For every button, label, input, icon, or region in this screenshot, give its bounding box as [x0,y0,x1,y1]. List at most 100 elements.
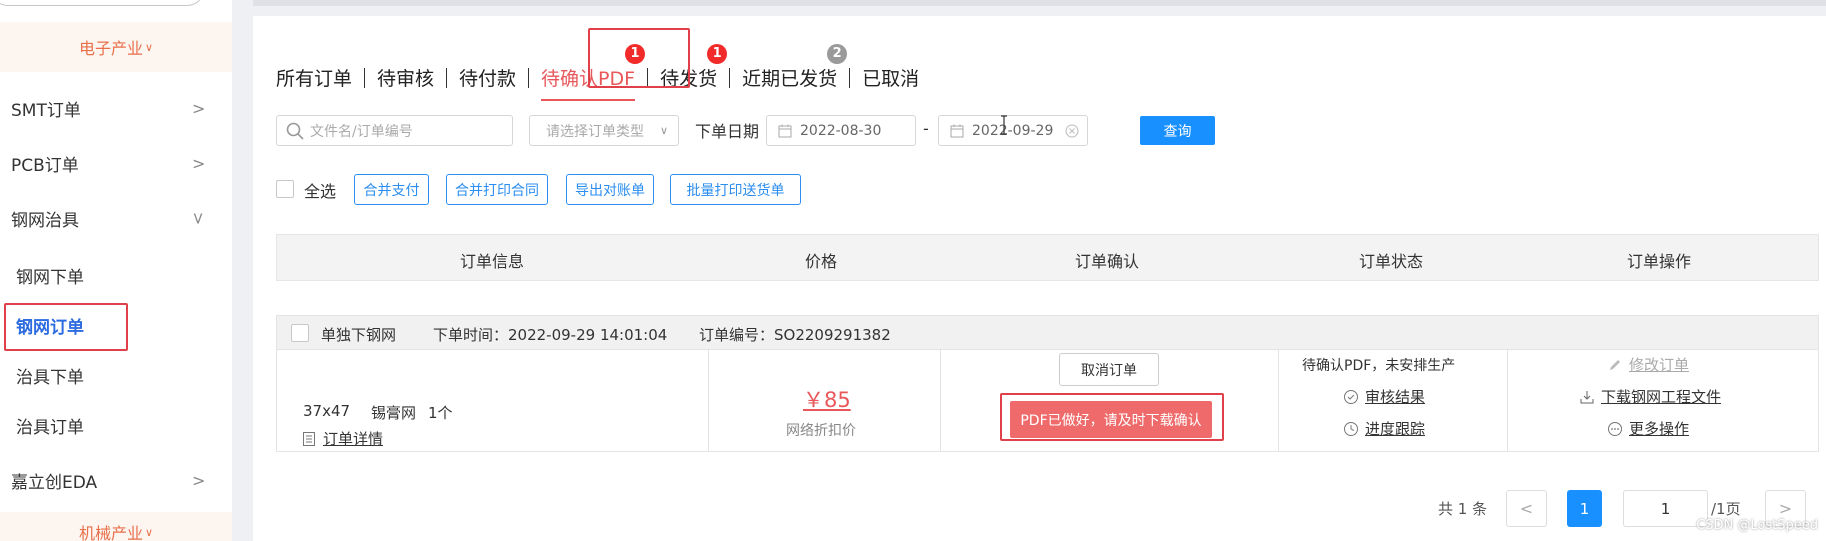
sidebar: 电子产业 ∨ SMT订单 > PCB订单 > 钢网治具 > 钢网下单 钢网订单 治… [0,0,232,541]
main-area: 所有订单 待审核 待付款 待确认PDF 1 待发货 1 近期已发货 2 已取消 [253,0,1826,541]
column-divider [1278,350,1279,451]
top-strip [253,0,1826,6]
column-header: 订单状态 [1359,252,1424,271]
highlight-box [588,28,690,88]
progress-tracking-link[interactable]: 进度跟踪 [1343,418,1425,439]
count-badge: 1 [707,44,728,64]
sidebar-item-label: 治具下单 [16,367,84,388]
chevron-down-icon: > [189,211,209,225]
category-electronics-label: 电子产业 [78,39,143,58]
date-to-input[interactable]: 2022-09-29 [938,115,1088,146]
table-header: 订单信息 价格 订单确认 订单状态 订单操作 [276,234,1819,281]
search-icon [286,122,304,140]
order-type-select[interactable]: 请选择订单类型 ∨ [529,115,679,146]
merge-print-contract-button[interactable]: 合并打印合同 [446,174,548,205]
download-stencil-files-link[interactable]: 下载钢网工程文件 [1579,386,1721,407]
category-electronics[interactable]: 电子产业 ∨ [0,22,232,72]
column-header: 价格 [805,252,838,271]
batch-print-delivery-button[interactable]: 批量打印送货单 [670,174,801,205]
order-detail-link[interactable]: 订单详情 [301,428,383,449]
download-icon [1580,391,1594,404]
chevron-down-icon: ∨ [144,40,154,54]
chevron-down-icon: ∨ [144,525,154,539]
modify-order-label: 修改订单 [1629,356,1690,374]
calendar-icon [778,124,792,137]
sidebar-item-stencil-fixture[interactable]: 钢网治具 > [0,198,232,238]
stencil-material: 锡膏网 [371,404,417,422]
order-type-placeholder: 请选择订单类型 [546,123,644,140]
cancel-order-button[interactable]: 取消订单 [1059,353,1159,386]
merge-pay-button[interactable]: 合并支付 [354,174,429,205]
price-note: 网络折扣价 [786,423,856,439]
column-divider [940,350,941,451]
sidebar-item-pcb[interactable]: PCB订单 > [0,143,232,183]
order-type: 单独下钢网 [321,326,397,344]
search-input[interactable]: 文件名/订单编号 [276,115,513,146]
tab-cancelled[interactable]: 已取消 [850,64,931,91]
chevron-down-icon: ∨ [659,124,668,137]
table-row: 37x47 锡膏网 1个 订单详情 ￥85 网络折扣价 取消订单 PDF已做好，… [276,350,1819,452]
tab-label: 已取消 [862,68,920,90]
tab-pending-review[interactable]: 待审核 [365,64,446,91]
order-detail-label: 订单详情 [323,430,384,448]
sidebar-item-label: 钢网下单 [16,267,84,288]
sidebar-item-fixture-orders[interactable]: 治具订单 [0,405,232,445]
sidebar-item-smt[interactable]: SMT订单 > [0,88,232,128]
watermark: CSDN @LostSpeed [1696,518,1818,533]
order-row-header: 单独下钢网 下单时间：2022-09-29 14:01:04 订单编号：SO22… [276,315,1819,350]
orders-panel: 所有订单 待审核 待付款 待确认PDF 1 待发货 1 近期已发货 2 已取消 [253,16,1826,541]
category-mechanical-label: 机械产业 [78,524,143,541]
audit-result-link[interactable]: 审核结果 [1343,386,1425,407]
sidebar-item-stencil-new[interactable]: 钢网下单 [0,255,232,295]
order-price[interactable]: ￥85 [803,384,851,414]
count-badge: 2 [827,44,848,64]
text-cursor-icon [1001,115,1007,135]
date-from-input[interactable]: 2022-08-30 [766,115,916,146]
tab-label: 近期已发货 [742,68,838,90]
audit-result-label: 审核结果 [1365,388,1426,406]
order-status: 待确认PDF，未安排生产 [1302,358,1456,374]
column-divider [708,350,709,451]
order-id: 订单编号：SO2209291382 [699,326,891,344]
date-separator: - [923,119,929,138]
column-header: 订单确认 [1075,252,1140,271]
more-actions-label: 更多操作 [1629,420,1690,438]
tab-label: 待审核 [377,68,435,90]
sidebar-item-label: 治具订单 [16,417,84,438]
clear-icon[interactable] [1065,124,1079,138]
sidebar-item-eda[interactable]: 嘉立创EDA > [0,460,232,500]
chevron-right-icon: > [192,153,206,173]
sidebar-item-label: 钢网治具 [11,210,79,231]
tab-all-orders[interactable]: 所有订单 [276,64,364,91]
more-icon [1608,422,1622,436]
tab-pending-payment[interactable]: 待付款 [447,64,528,91]
current-page-button[interactable]: 1 [1567,490,1602,527]
modify-order-link[interactable]: 修改订单 [1607,354,1689,375]
download-stencil-files-label: 下载钢网工程文件 [1601,388,1722,406]
query-button[interactable]: 查询 [1140,116,1215,145]
date-from-value: 2022-08-30 [800,122,882,139]
tab-recently-shipped[interactable]: 近期已发货 2 [730,44,849,91]
chevron-right-icon: > [192,470,206,490]
category-mechanical[interactable]: 机械产业 ∨ [0,512,232,541]
sidebar-item-label: SMT订单 [11,100,81,121]
stencil-quantity: 1个 [428,404,453,422]
date-label: 下单日期 [695,122,760,141]
prev-page-button[interactable]: < [1506,490,1547,527]
total-count: 共 1 条 [1438,500,1488,518]
order-checkbox[interactable] [291,324,309,342]
date-to-value: 2022-09-29 [972,122,1054,139]
check-circle-icon [1344,390,1358,404]
stencil-size: 37x47 [303,402,351,420]
sidebar-search-edge [0,0,205,6]
sidebar-item-fixture-new[interactable]: 治具下单 [0,355,232,395]
progress-tracking-label: 进度跟踪 [1365,420,1426,438]
select-all-label: 全选 [304,182,337,201]
search-placeholder: 文件名/订单编号 [310,123,413,140]
select-all-checkbox[interactable] [276,180,294,198]
export-statement-button[interactable]: 导出对账单 [566,174,654,205]
more-actions-link[interactable]: 更多操作 [1607,418,1689,439]
highlight-box [1000,393,1224,441]
calendar-icon [950,124,964,137]
column-divider [1507,350,1508,451]
